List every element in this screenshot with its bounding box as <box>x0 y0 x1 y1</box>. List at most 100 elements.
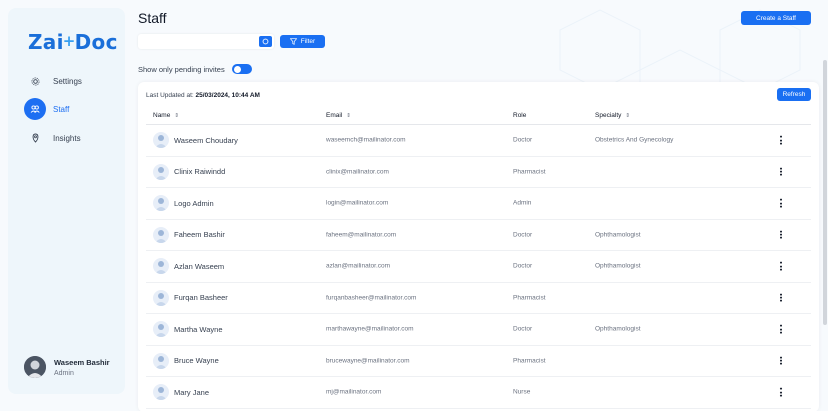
row-actions-menu-icon[interactable] <box>779 355 783 366</box>
pending-invites-toggle[interactable] <box>231 64 252 74</box>
table-row[interactable]: Martha Wayne marthawayne@mailinator.com Do… <box>146 314 811 346</box>
staff-email: mj@mailinator.com <box>326 388 382 396</box>
sort-icon: ⇕ <box>346 112 351 119</box>
staff-role: Nurse <box>513 388 531 396</box>
users-icon <box>24 98 46 120</box>
insights-icon <box>24 127 46 149</box>
row-actions-menu-icon[interactable] <box>779 198 783 209</box>
table-header: Name ⇕ Email ⇕ Role Specialty ⇕ <box>146 108 811 125</box>
staff-email: furqanbasheer@mailinator.com <box>326 294 417 302</box>
zaidoc-logo[interactable]: Zai+Doc <box>28 30 118 54</box>
sidebar-item-staff[interactable]: Staff <box>24 97 69 121</box>
avatar <box>153 352 169 369</box>
row-actions-menu-icon[interactable] <box>779 387 783 398</box>
gear-icon <box>24 70 46 92</box>
avatar <box>153 289 169 306</box>
avatar <box>153 226 169 243</box>
table-row[interactable]: Azlan Waseem azlan@mailinator.com Doctor Op… <box>146 251 811 283</box>
staff-name: Logo Admin <box>174 198 214 208</box>
column-header-email[interactable]: Email ⇕ <box>326 112 351 119</box>
table-row[interactable]: Waseem Choudary waseemch@mailinator.com Do… <box>146 125 811 157</box>
last-updated-value: 25/03/2024, 10:44 AM <box>195 92 260 99</box>
search-button[interactable] <box>259 36 272 47</box>
column-header-name[interactable]: Name ⇕ <box>153 112 179 119</box>
search-icon <box>262 38 269 45</box>
staff-name: Martha Wayne <box>174 324 223 334</box>
avatar <box>24 356 46 378</box>
column-header-specialty[interactable]: Specialty ⇕ <box>595 112 630 119</box>
staff-table-card: Last Updated at: 25/03/2024, 10:44 AM Re… <box>138 82 819 411</box>
toggle-knob <box>233 65 241 73</box>
staff-specialty: Ophthamologist <box>595 231 641 239</box>
sidebar-item-settings[interactable]: Settings <box>24 69 82 93</box>
table-row[interactable]: Faheem Bashir faheem@mailinator.com Doctor… <box>146 220 811 251</box>
sort-icon: ⇕ <box>174 112 179 119</box>
current-user[interactable]: Waseem Bashir Admin <box>24 356 110 378</box>
staff-specialty: Ophthamologist <box>595 262 641 270</box>
last-updated-label: Last Updated at: <box>146 92 194 99</box>
avatar <box>153 132 169 149</box>
table-row[interactable]: Clinix Raiwindd clinix@mailinator.com Phar… <box>146 157 811 188</box>
sidebar-item-insights[interactable]: Insights <box>24 126 81 150</box>
table-row[interactable]: Mary Jane mj@mailinator.com Nurse <box>146 377 811 409</box>
page-title: Staff <box>138 10 167 26</box>
staff-name: Mary Jane <box>174 387 210 397</box>
staff-name-cell: Waseem Choudary <box>153 132 238 149</box>
row-actions-menu-icon[interactable] <box>779 292 783 303</box>
staff-role: Pharmacist <box>513 168 546 176</box>
staff-role: Doctor <box>513 262 533 270</box>
sidebar-item-label: Settings <box>53 76 82 86</box>
staff-specialty: Ophthamologist <box>595 325 641 333</box>
staff-email: clinix@mailinator.com <box>326 168 389 176</box>
staff-name-cell: Azlan Waseem <box>153 258 225 275</box>
staff-name-cell: Furqan Basheer <box>153 289 228 306</box>
staff-role: Admin <box>513 199 532 207</box>
row-actions-menu-icon[interactable] <box>779 229 783 240</box>
row-actions-menu-icon[interactable] <box>779 135 783 146</box>
staff-name-cell: Bruce Wayne <box>153 352 219 369</box>
staff-email: faheem@mailinator.com <box>326 231 397 239</box>
pending-invites-row: Show only pending invites <box>138 64 252 74</box>
staff-name-cell: Mary Jane <box>153 384 210 401</box>
filter-button[interactable]: Filter <box>280 35 325 48</box>
staff-role: Pharmacist <box>513 294 546 302</box>
last-updated: Last Updated at: 25/03/2024, 10:44 AM <box>146 92 260 99</box>
search-input[interactable] <box>138 38 253 53</box>
staff-name: Faheem Bashir <box>174 230 225 240</box>
staff-role: Doctor <box>513 231 533 239</box>
create-staff-button[interactable]: Create a Staff <box>741 11 811 25</box>
avatar <box>153 321 169 338</box>
staff-email: login@mailinator.com <box>326 199 389 207</box>
table-row[interactable]: Logo Admin login@mailinator.com Admin <box>146 188 811 220</box>
user-role: Admin <box>54 369 74 377</box>
row-actions-menu-icon[interactable] <box>779 324 783 335</box>
staff-name: Waseem Choudary <box>174 135 238 145</box>
staff-role: Pharmacist <box>513 357 546 365</box>
sidebar-item-label: Insights <box>53 133 81 143</box>
staff-role: Doctor <box>513 325 533 333</box>
table-row[interactable]: Bruce Wayne brucewayne@mailinator.com Phar… <box>146 346 811 377</box>
staff-email: azlan@mailinator.com <box>326 262 391 270</box>
table-row[interactable]: Furqan Basheer furqanbasheer@mailinator.c… <box>146 283 811 314</box>
staff-email: marthawayne@mailinator.com <box>326 325 414 333</box>
staff-name-cell: Clinix Raiwindd <box>153 163 226 180</box>
staff-name-cell: Logo Admin <box>153 195 214 212</box>
staff-email: waseemch@mailinator.com <box>326 136 406 144</box>
row-actions-menu-icon[interactable] <box>779 261 783 272</box>
staff-email: brucewayne@mailinator.com <box>326 357 410 365</box>
row-actions-menu-icon[interactable] <box>779 166 783 177</box>
sidebar: Zai+Doc Settings Staff Insights Waseem B… <box>8 8 125 394</box>
sidebar-item-label: Staff <box>53 104 70 114</box>
column-header-role: Role <box>513 112 527 119</box>
staff-name: Clinix Raiwindd <box>174 167 226 177</box>
refresh-button[interactable]: Refresh <box>777 88 811 101</box>
user-name: Waseem Bashir <box>54 357 110 367</box>
staff-name: Bruce Wayne <box>174 356 219 366</box>
staff-name-cell: Faheem Bashir <box>153 226 225 243</box>
filter-label: Filter <box>300 38 316 45</box>
staff-name: Azlan Waseem <box>174 261 225 271</box>
page-scrollbar[interactable] <box>823 60 827 325</box>
avatar <box>153 163 169 180</box>
search-box <box>138 34 274 53</box>
filter-icon <box>289 38 297 45</box>
